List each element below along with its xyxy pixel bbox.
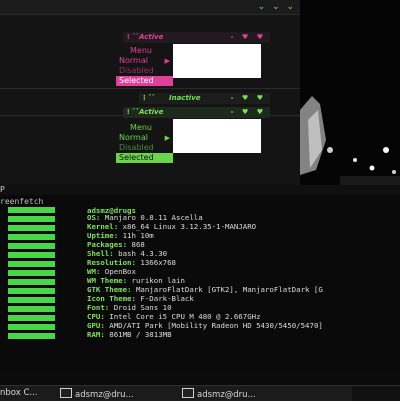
menu-panel: Menu Normal ▶ Disabled Selected <box>116 123 173 163</box>
info-line: WM: OpenBox <box>87 267 136 276</box>
logo-bar <box>8 252 55 258</box>
window-buttons[interactable]: - ♥ ♥ <box>231 32 266 43</box>
wallpaper-photo <box>300 0 400 190</box>
logo-bar <box>8 279 55 285</box>
logo-bar <box>8 207 55 213</box>
menu-panel: Menu Normal ▶ Disabled Selected <box>116 46 173 86</box>
menu-item-disabled: Disabled <box>119 143 154 152</box>
terminal-icon <box>60 388 72 398</box>
window-controls[interactable]: ⌄ ⌄ ⌄ <box>258 2 296 12</box>
menu-item-selected[interactable]: Selected <box>116 76 173 86</box>
logo-bar <box>8 324 55 330</box>
submenu-arrow-icon: ▶ <box>164 134 170 142</box>
info-line: WM Theme: rurikon lain <box>87 276 185 285</box>
taskbar-item-label: nbox C... <box>0 388 38 398</box>
titlebar-active[interactable]: ⁞ ˇˇ Active - ♥ ♥ <box>123 107 270 118</box>
taskbar-item-label: adsmz@dru... <box>197 390 256 400</box>
info-line: CPU: Intel Core i5 CPU M 480 @ 2.667GHz <box>87 312 261 321</box>
window-body <box>173 119 261 153</box>
logo-bar <box>8 270 55 276</box>
window-body <box>173 44 261 78</box>
info-line: OS: Manjaro 0.8.11 Ascella <box>87 213 203 222</box>
menu-header: Menu <box>130 46 152 55</box>
menu-item-label: Normal <box>119 56 148 65</box>
drag-handle-icon[interactable]: ⁞ ˇˇ <box>143 93 155 104</box>
logo-bar <box>8 225 55 231</box>
window-buttons[interactable]: - ♥ ♥ <box>231 107 266 118</box>
info-line: Packages: 868 <box>87 240 145 249</box>
logo-bar <box>8 315 55 321</box>
logo-bar <box>8 333 55 339</box>
info-line: Resolution: 1366x768 <box>87 258 176 267</box>
info-line: Font: Droid Sans 10 <box>87 303 172 312</box>
info-line: GPU: AMD/ATI Park [Mobility Radeon HD 54… <box>87 321 323 330</box>
menu-item-label: Normal <box>119 133 148 142</box>
logo-bar <box>8 234 55 240</box>
logo-bar <box>8 261 55 267</box>
info-line: RAM: 861MB / 3813MB <box>87 330 172 339</box>
info-line: Kernel: x86_64 Linux 3.12.35-1-MANJARO <box>87 222 257 231</box>
info-line: Uptime: 11h 10m <box>87 231 154 240</box>
info-line: GTK Theme: ManjaroFlatDark [GTK2], Manja… <box>87 285 323 294</box>
taskbar-item-label: adsmz@dru... <box>75 390 134 400</box>
logo-bar <box>8 216 55 222</box>
terminal-command: reenfetch <box>0 197 44 206</box>
divider <box>0 88 300 89</box>
window-title: Active <box>139 108 164 116</box>
logo-bar <box>8 297 55 303</box>
menu-item-normal[interactable]: Normal ▶ <box>116 133 173 143</box>
titlebar-active[interactable]: ⁞ ˇˇ Active - ♥ ♥ <box>123 32 270 43</box>
top-window-strip <box>0 0 300 15</box>
window-title: Active <box>139 33 164 41</box>
logo-bar <box>8 306 55 312</box>
menu-header: Menu <box>130 123 152 132</box>
window-title: Inactive <box>169 94 201 102</box>
taskbar-item[interactable]: nbox C... <box>0 388 38 398</box>
submenu-arrow-icon: ▶ <box>164 57 170 65</box>
taskbar-item[interactable]: adsmz@dru... <box>182 388 256 400</box>
window-buttons[interactable]: - ♥ ♥ <box>231 93 266 104</box>
taskbar: nbox C... adsmz@dru... adsmz@dru... <box>0 385 400 401</box>
logo-bar <box>8 288 55 294</box>
terminal-icon <box>182 388 194 398</box>
drag-handle-icon[interactable]: ⁞ ˇˇ <box>127 107 139 118</box>
drag-handle-icon[interactable]: ⁞ ˇˇ <box>127 32 139 43</box>
logo-bar <box>8 243 55 249</box>
tray-area <box>352 386 400 401</box>
menu-item-disabled: Disabled <box>119 66 154 75</box>
menu-item-normal[interactable]: Normal ▶ <box>116 56 173 66</box>
menu-item-selected[interactable]: Selected <box>116 153 173 163</box>
terminal-titlebar: P <box>0 185 400 195</box>
taskbar-item[interactable]: adsmz@dru... <box>60 388 134 400</box>
info-line: Shell: bash 4.3.30 <box>87 249 168 258</box>
titlebar-inactive[interactable]: ⁞ ˇˇ Inactive - ♥ ♥ <box>139 93 270 104</box>
info-line: Icon Theme: F-Dark-Black <box>87 294 194 303</box>
wallpaper-image <box>300 0 400 190</box>
